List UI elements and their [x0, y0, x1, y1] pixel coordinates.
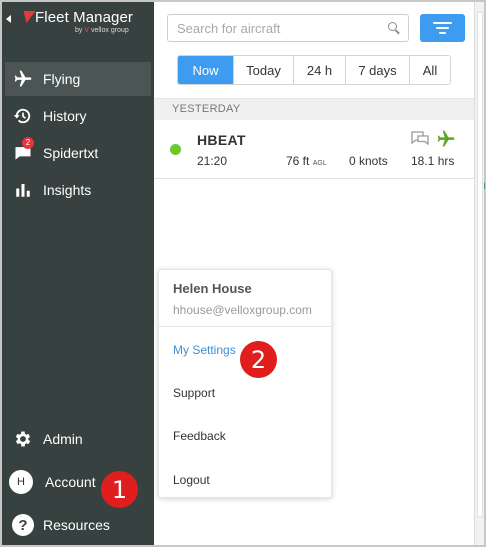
time-filter-today[interactable]: Today	[233, 56, 293, 84]
unread-badge: 2	[22, 137, 34, 149]
sidebar-item-admin[interactable]: Admin	[2, 422, 154, 456]
flight-row[interactable]: HBEAT 21:20 76 ft AGL 0 knots 18.1 hrs	[154, 121, 474, 179]
sidebar-item-label: Admin	[43, 431, 83, 447]
app-title: Fleet Manager	[35, 9, 134, 26]
flight-time: 21:20	[197, 154, 228, 168]
fleet-manager-logo-icon	[20, 11, 36, 23]
search-box[interactable]	[167, 14, 409, 42]
aircraft-registration: HBEAT	[197, 132, 246, 148]
menu-divider	[159, 326, 331, 327]
app-subtitle: by V vellox group	[75, 27, 129, 34]
gear-icon	[12, 428, 34, 450]
subtitle-brand: vellox group	[90, 27, 129, 34]
filter-button[interactable]	[420, 14, 465, 42]
plane-icon	[12, 68, 34, 90]
history-icon	[12, 105, 34, 127]
menu-item-my-settings[interactable]: My Settings	[173, 343, 236, 357]
time-filter-all[interactable]: All	[409, 56, 450, 84]
time-filter: Now Today 24 h 7 days All	[177, 55, 451, 85]
sidebar-item-label: Account	[45, 474, 96, 490]
help-icon: ?	[12, 514, 34, 536]
section-header-yesterday: YESTERDAY	[154, 98, 474, 120]
collapse-arrow-icon[interactable]	[6, 15, 11, 23]
scrollbar[interactable]	[474, 2, 484, 545]
time-filter-now[interactable]: Now	[178, 56, 233, 84]
flight-status-dot	[170, 144, 181, 155]
aircraft-plane-icon	[436, 129, 456, 149]
time-filter-24h[interactable]: 24 h	[293, 56, 345, 84]
sidebar-item-resources[interactable]: ? Resources	[2, 508, 154, 542]
message-aircraft-icon[interactable]	[410, 130, 430, 148]
callout-2: 2	[240, 341, 277, 378]
menu-user-name: Helen House	[173, 281, 252, 296]
chat-icon: 2	[12, 137, 34, 164]
scrollbar-thumb[interactable]	[477, 12, 483, 517]
sidebar-item-label: Resources	[43, 517, 110, 533]
callout-1: 1	[101, 471, 138, 508]
flight-speed: 0 knots	[349, 154, 388, 168]
menu-item-support[interactable]: Support	[173, 386, 215, 400]
sidebar-item-label: History	[43, 108, 87, 124]
sidebar-item-spidertxt[interactable]: 2 Spidertxt	[2, 136, 154, 170]
altitude-value: 76 ft	[286, 154, 310, 168]
search-icon[interactable]	[388, 22, 397, 31]
avatar-wrap: H	[8, 470, 34, 494]
flight-duration: 18.1 hrs	[411, 154, 455, 168]
filter-icon	[433, 22, 452, 24]
menu-item-feedback[interactable]: Feedback	[173, 429, 226, 443]
sidebar-item-history[interactable]: History	[2, 99, 154, 133]
vellox-v-icon: V	[84, 27, 90, 34]
time-filter-7days[interactable]: 7 days	[345, 56, 409, 84]
app-logo[interactable]: Fleet Manager by V vellox group	[2, 2, 154, 44]
menu-user-email: hhouse@velloxgroup.com	[173, 303, 312, 317]
sidebar-item-label: Flying	[43, 71, 81, 87]
account-menu: Helen House hhouse@velloxgroup.com My Se…	[158, 269, 332, 498]
filter-icon-bar	[436, 27, 449, 29]
sidebar-item-label: Spidertxt	[43, 145, 99, 161]
menu-item-logout[interactable]: Logout	[173, 473, 210, 487]
altitude-unit: AGL	[312, 160, 327, 167]
search-input[interactable]	[168, 15, 368, 41]
sidebar-item-label: Insights	[43, 182, 92, 198]
avatar: H	[9, 470, 33, 494]
sidebar-item-flying[interactable]: Flying	[5, 62, 151, 96]
help-circle: ?	[12, 514, 34, 536]
sidebar-item-insights[interactable]: Insights	[2, 173, 154, 207]
sidebar: Fleet Manager by V vellox group Flying H…	[2, 2, 154, 545]
filter-icon-bar	[439, 32, 446, 34]
bar-chart-icon	[12, 179, 34, 201]
flight-altitude: 76 ft AGL	[286, 154, 327, 168]
subtitle-by: by	[75, 27, 83, 34]
